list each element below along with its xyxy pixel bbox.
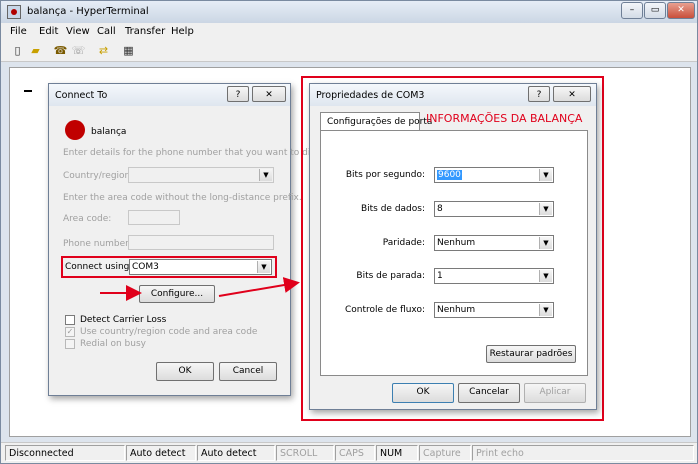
- scale-info-annotation: INFORMAÇÕES DA BALANÇA: [426, 112, 583, 125]
- arrow-to-properties: [218, 277, 300, 297]
- tab-port-settings-label: Configurações de porta: [327, 117, 433, 127]
- props-cancel-button[interactable]: Cancelar: [458, 383, 520, 403]
- port-settings-panel: Bits por segundo: 9600 ▼ Bits de dados: …: [320, 130, 588, 376]
- data-bits-value: 8: [437, 204, 443, 214]
- props-help-button[interactable]: ?: [528, 86, 550, 102]
- chevron-down-icon: ▼: [539, 270, 552, 282]
- chevron-down-icon: ▼: [539, 203, 552, 215]
- bits-per-second-combo[interactable]: 9600 ▼: [434, 167, 554, 183]
- bits-per-second-value: 9600: [437, 170, 462, 180]
- parity-value: Nenhum: [437, 238, 476, 248]
- props-apply-button[interactable]: Aplicar: [524, 383, 586, 403]
- chevron-down-icon: ▼: [539, 169, 552, 181]
- flow-control-value: Nenhum: [437, 305, 476, 315]
- props-dialog-title: Propriedades de COM3: [316, 90, 425, 101]
- props-ok-button[interactable]: OK: [392, 383, 454, 403]
- stop-bits-value: 1: [437, 271, 443, 281]
- props-dialog-title-bar[interactable]: Propriedades de COM3 ? ✕: [310, 84, 596, 106]
- chevron-down-icon: ▼: [539, 304, 552, 316]
- data-bits-combo[interactable]: 8 ▼: [434, 201, 554, 217]
- parity-combo[interactable]: Nenhum ▼: [434, 235, 554, 251]
- data-bits-label: Bits de dados:: [360, 204, 425, 214]
- stop-bits-label: Bits de parada:: [356, 271, 425, 281]
- tab-port-settings[interactable]: Configurações de porta: [320, 112, 432, 131]
- bits-per-second-label: Bits por segundo:: [345, 170, 425, 180]
- com3-properties-dialog: Propriedades de COM3 ? ✕ Configurações d…: [309, 83, 597, 410]
- restore-defaults-button[interactable]: Restaurar padrões: [486, 345, 576, 363]
- stop-bits-combo[interactable]: 1 ▼: [434, 268, 554, 284]
- chevron-down-icon: ▼: [539, 237, 552, 249]
- flow-control-label: Controle de fluxo:: [344, 305, 425, 315]
- flow-control-combo[interactable]: Nenhum ▼: [434, 302, 554, 318]
- props-close-button[interactable]: ✕: [553, 86, 591, 102]
- parity-label: Paridade:: [382, 238, 425, 248]
